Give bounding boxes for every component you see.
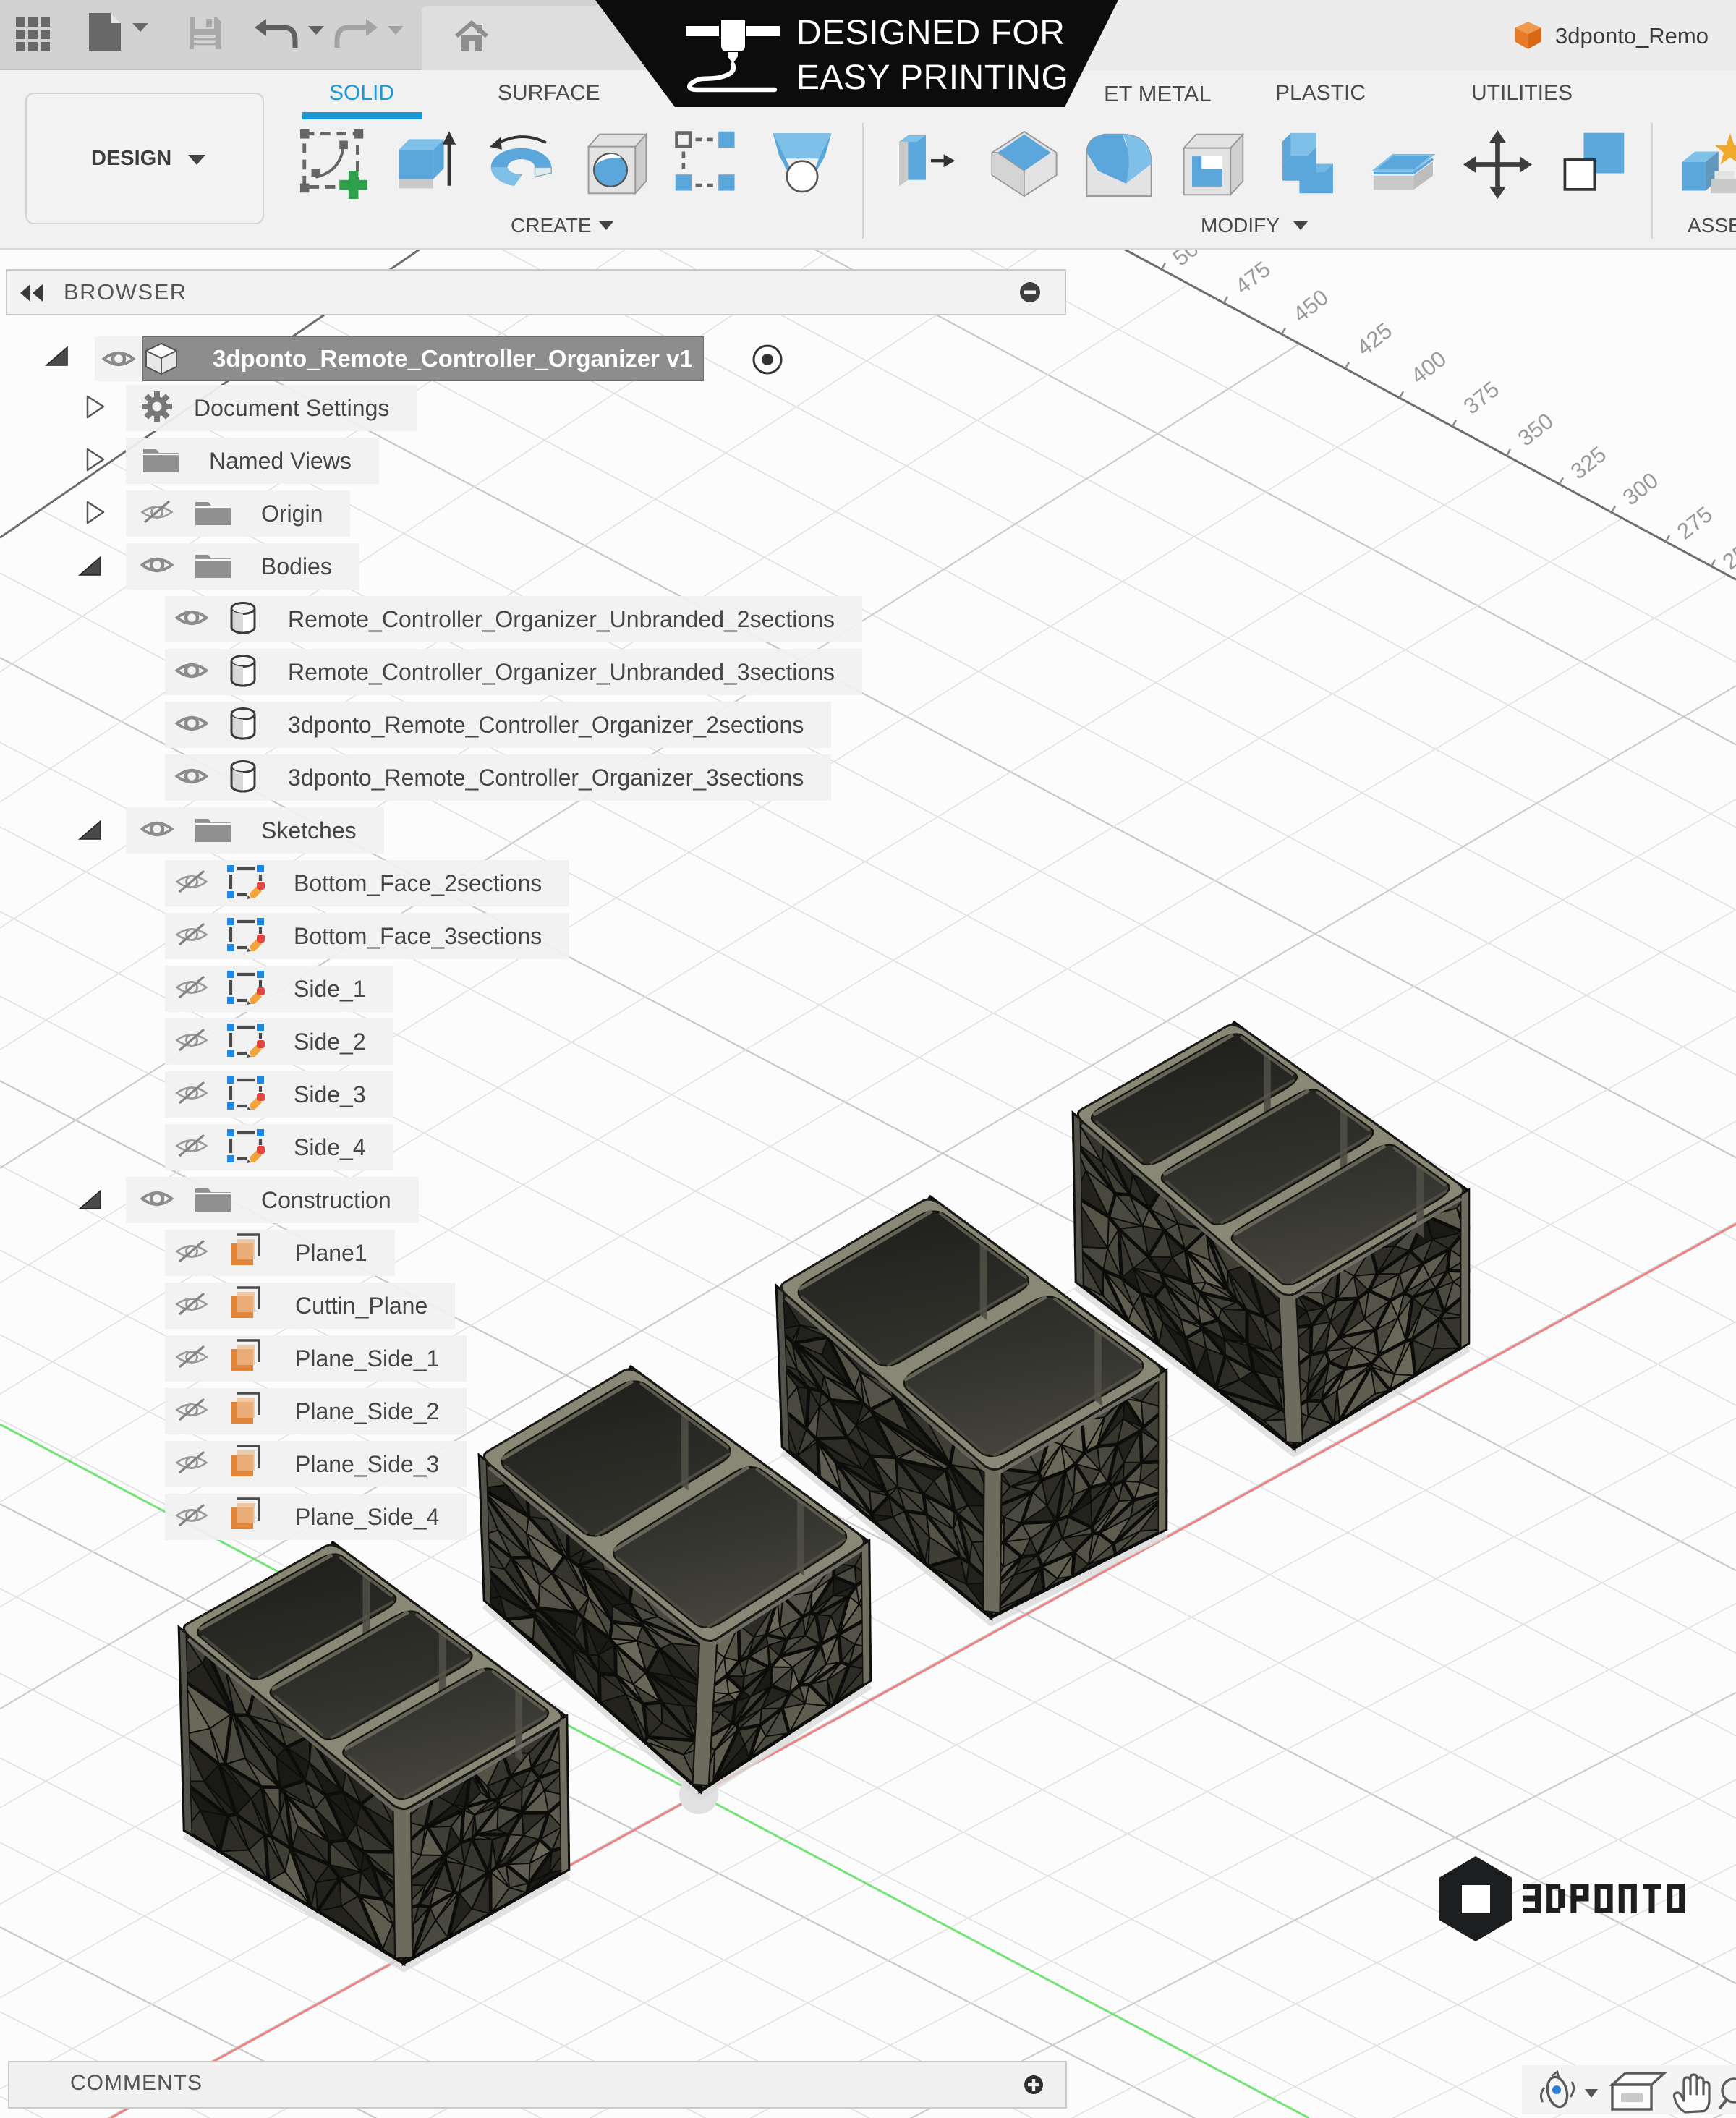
svg-text:EASY PRINTING: EASY PRINTING: [796, 59, 1068, 97]
svg-text:DESIGNED FOR: DESIGNED FOR: [796, 14, 1065, 52]
